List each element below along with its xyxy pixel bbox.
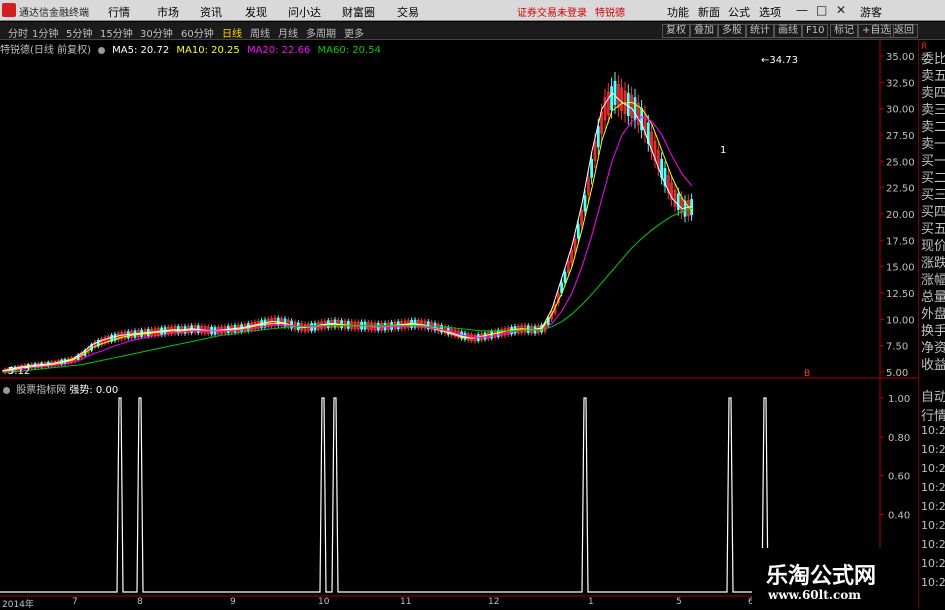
ma-line-ma5 bbox=[1, 92, 693, 372]
sub-value: 强势: 0.00 bbox=[69, 385, 119, 396]
date-label: 5 bbox=[676, 597, 682, 607]
price-tick-label: 30.00 bbox=[886, 105, 915, 116]
price-tick-label: 17.50 bbox=[886, 236, 915, 247]
date-label: 8 bbox=[137, 597, 143, 607]
price-tick-label: 25.00 bbox=[886, 157, 915, 168]
price-tick-label: 35.00 bbox=[886, 52, 915, 63]
marker-1-label: 1 bbox=[720, 145, 726, 156]
date-label: 1 bbox=[588, 597, 594, 607]
sub-tick-label: 1.00 bbox=[888, 394, 910, 405]
watermark-title: 乐淘公式网 bbox=[766, 563, 877, 589]
sub-settings-dot-icon[interactable] bbox=[3, 386, 10, 394]
price-tick-label: 32.50 bbox=[886, 78, 915, 89]
candle-body bbox=[596, 126, 600, 148]
candle-body bbox=[590, 158, 593, 178]
candle-body bbox=[690, 199, 693, 216]
candle-body bbox=[563, 271, 567, 283]
date-label: 7 bbox=[72, 597, 78, 607]
candle-body bbox=[610, 86, 613, 110]
price-tick-label: 20.00 bbox=[886, 210, 915, 221]
watermark-url: www.60lt.com bbox=[768, 588, 861, 602]
panel-lower-item: 10:26 bbox=[921, 481, 945, 494]
ma-line-ma20 bbox=[1, 116, 693, 373]
sub-tick-label: 0.80 bbox=[888, 433, 910, 444]
price-tick-label: 10.00 bbox=[886, 315, 915, 326]
date-label: 2014年 bbox=[2, 600, 34, 610]
quote-side-panel: R 委比 卖五 卖四 卖三 卖二 卖一 买一 买二 买三 买四 买五 现价 涨跌 涨幅 总量 外盘 换手 净资 收益… bbox=[918, 40, 945, 609]
panel-item: 收益 bbox=[921, 358, 945, 373]
candle-body bbox=[583, 195, 587, 212]
sub-indicator-info: 股票指标网 强势: 0.00 bbox=[0, 381, 118, 396]
panel-lower-item: 行情 bbox=[921, 409, 945, 424]
sub-tick-label: 0.60 bbox=[888, 472, 910, 483]
marker-b-label: B bbox=[804, 369, 810, 379]
panel-lower-item: 10:26 bbox=[921, 443, 945, 456]
watermark: 乐淘公式网 www.60lt.com bbox=[752, 548, 918, 606]
low-price-label: 5.12 bbox=[8, 366, 30, 377]
panel-lower-item: 10:26 bbox=[921, 519, 945, 532]
strength-line bbox=[0, 397, 880, 593]
panel-lower-item: 10:26 bbox=[921, 538, 945, 551]
price-tick-label: 22.50 bbox=[886, 184, 915, 195]
price-tick-label: 27.50 bbox=[886, 131, 915, 142]
panel-lower-item: 10:26 bbox=[921, 500, 945, 513]
candle-body bbox=[626, 92, 630, 117]
ma-line-ma60 bbox=[2, 207, 693, 373]
panel-lower-item: 10:26 bbox=[921, 462, 945, 475]
candle-body bbox=[576, 224, 580, 239]
candle-body bbox=[613, 80, 617, 105]
panel-lower-item: 10:26 bbox=[921, 557, 945, 570]
sub-tick-label: 0.40 bbox=[888, 510, 910, 521]
date-label: 11 bbox=[400, 597, 412, 607]
price-tick-label: 5.00 bbox=[886, 368, 908, 379]
price-tick-label: 15.00 bbox=[886, 263, 915, 274]
price-tick-label: 7.50 bbox=[886, 342, 908, 353]
price-tick-label: 12.50 bbox=[886, 289, 915, 300]
chart-area[interactable]: 35.0032.5030.0027.5025.0022.5020.0017.50… bbox=[0, 0, 918, 597]
high-price-label: ←34.73 bbox=[761, 55, 798, 66]
sub-title: 股票指标网 bbox=[16, 385, 67, 396]
date-label: 9 bbox=[230, 597, 236, 607]
candle-body bbox=[640, 108, 643, 131]
panel-lower-item: 自动 bbox=[921, 390, 945, 405]
date-label: 12 bbox=[488, 597, 500, 607]
date-label: 10 bbox=[318, 597, 330, 607]
panel-lower-item: 10:26 bbox=[921, 576, 945, 589]
candle-body bbox=[633, 97, 637, 121]
ma-line-ma10 bbox=[1, 101, 693, 373]
candle-body bbox=[676, 193, 680, 210]
panel-lower-item: 10:26 bbox=[921, 424, 945, 437]
